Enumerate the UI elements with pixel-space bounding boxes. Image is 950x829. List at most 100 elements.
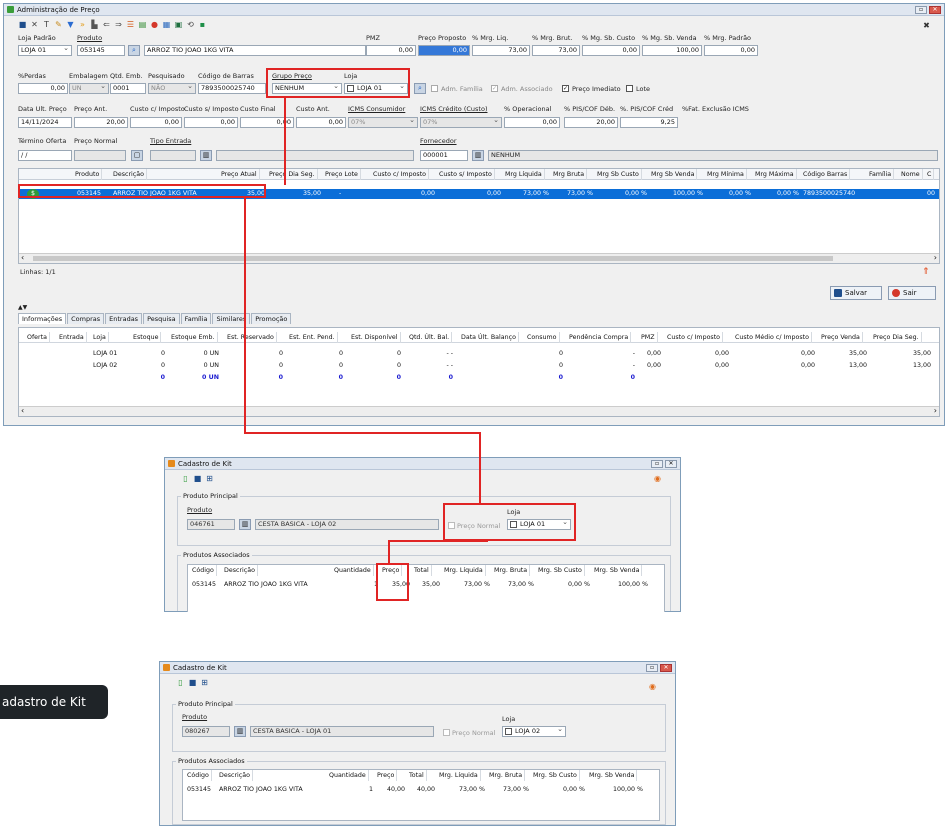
loja-padrao-select[interactable]: LOJA 01 <box>18 45 72 56</box>
tab-entradas[interactable]: Entradas <box>105 313 143 324</box>
tab-promocao[interactable]: Promoção <box>251 313 292 324</box>
produto-code-field[interactable]: 080267 <box>182 726 230 737</box>
preco-imediato-checkbox[interactable]: ✓ <box>562 85 569 92</box>
fornecedor-code-field[interactable]: 000001 <box>420 150 468 161</box>
table-row[interactable]: LOJA 01 0 0 UN 0 0 0 - - 0 - 0,00 0,00 0… <box>19 349 939 359</box>
tab-pesquisa[interactable]: Pesquisa <box>143 313 180 324</box>
icms-credito-select[interactable]: 07% <box>420 117 502 128</box>
info-header[interactable]: Est. Reservado <box>225 332 277 343</box>
info-header[interactable]: Preço Venda <box>819 332 863 343</box>
preco-proposto-field[interactable]: 0,00 <box>418 45 470 56</box>
adm-associado-checkbox[interactable]: ✓ <box>491 85 498 92</box>
minimize-button[interactable]: ▫ <box>646 663 658 672</box>
grid-header[interactable]: Mrg Mínima <box>705 169 747 180</box>
grid-header[interactable]: Preço <box>375 770 398 781</box>
close-button[interactable]: ✕ <box>660 663 672 672</box>
tipo-entrada-desc-field[interactable] <box>216 150 414 161</box>
loja-search-button[interactable]: ⌕ <box>414 83 426 94</box>
grid-header[interactable]: Família <box>867 169 895 180</box>
back-icon[interactable]: ⇐ <box>102 20 111 29</box>
grid-header[interactable]: Mrg. Sb Custo <box>536 565 585 576</box>
report-icon[interactable]: ▤ <box>138 20 147 29</box>
close-button[interactable]: ✕ <box>665 459 677 468</box>
produto-search-button[interactable]: ▥ <box>239 519 251 530</box>
termino-oferta-field[interactable]: / / <box>18 150 72 161</box>
horizontal-scrollbar[interactable]: ‹ › <box>19 406 939 416</box>
grid-header[interactable]: Custo s/ Imposto <box>437 169 495 180</box>
table-row[interactable]: 053145 ARROZ TIO JOAO 1KG VITA 1 40,00 4… <box>183 785 659 795</box>
produto-desc-field[interactable]: CESTA BASICA - LOJA 02 <box>255 519 439 530</box>
new-icon[interactable]: ▯ <box>181 474 190 483</box>
help-icon[interactable]: ◉ <box>648 682 657 691</box>
salvar-button[interactable]: Salvar <box>830 286 882 300</box>
network-icon[interactable]: ⊞ <box>205 474 214 483</box>
info-header[interactable]: Data Últ. Balanço <box>459 332 519 343</box>
perdas-field[interactable]: 0,00 <box>18 83 68 94</box>
grid-header[interactable]: Preço Atual <box>219 169 260 180</box>
data-ult-preco-field[interactable]: 14/11/2024 <box>18 117 72 128</box>
tools-icon[interactable]: ✎ <box>54 20 63 29</box>
grid-header[interactable]: Produto <box>73 169 103 180</box>
preco-normal-checkbox[interactable] <box>448 522 455 529</box>
pis-cof-cred-field[interactable]: 9,25 <box>620 117 678 128</box>
grid-header[interactable]: Mrg. Bruta <box>492 565 531 576</box>
grid-header[interactable]: Total <box>407 770 427 781</box>
grid-header[interactable]: Descrição <box>222 565 258 576</box>
adm-familia-checkbox[interactable] <box>431 85 438 92</box>
embalagem-select[interactable]: UN <box>69 83 109 94</box>
tipo-entrada-field[interactable] <box>150 150 196 161</box>
grid-header[interactable]: Mrg Sb Custo <box>595 169 642 180</box>
minimize-button[interactable]: ▫ <box>651 459 663 468</box>
scroll-right-icon[interactable]: › <box>934 406 937 415</box>
help-icon[interactable]: ◉ <box>653 474 662 483</box>
grid-header[interactable]: Mrg Bruta <box>551 169 588 180</box>
info-header[interactable]: Oferta <box>25 332 50 343</box>
grid-header[interactable]: Custo c/ Imposto <box>371 169 430 180</box>
text-icon[interactable]: T <box>42 20 51 29</box>
save-icon[interactable]: ■ <box>188 678 197 687</box>
grid-header[interactable]: Descrição <box>217 770 253 781</box>
grid-header[interactable]: Preço <box>380 565 403 576</box>
loja-select[interactable]: LOJA 01 <box>344 83 408 94</box>
scroll-left-icon[interactable]: ‹ <box>21 253 24 262</box>
loja-select[interactable]: LOJA 01 <box>507 519 571 530</box>
close-button[interactable]: ✕ <box>929 5 941 14</box>
mrg-liq-field[interactable]: 73,00 <box>472 45 530 56</box>
tab-informacoes[interactable]: Informações <box>18 313 67 324</box>
grid-header[interactable]: Mrg. Sb Custo <box>531 770 580 781</box>
custo-s-imp-field[interactable]: 0,00 <box>184 117 238 128</box>
grid-header[interactable]: Preço Dia Seg. <box>267 169 318 180</box>
save-icon[interactable]: ■ <box>18 20 27 29</box>
info-header[interactable]: Loja <box>91 332 109 343</box>
save-icon[interactable]: ■ <box>193 474 202 483</box>
info-header[interactable]: Custo Médio c/ Imposto <box>733 332 812 343</box>
sync-icon[interactable]: ⟲ <box>186 20 195 29</box>
next-icon[interactable]: ⇒ <box>114 20 123 29</box>
grid-header[interactable]: Mrg Sb Venda <box>649 169 698 180</box>
grid-header[interactable]: Descrição <box>111 169 147 180</box>
pis-cof-deb-field[interactable]: 20,00 <box>564 117 618 128</box>
scroll-left-icon[interactable]: ‹ <box>21 406 24 415</box>
settings-icon[interactable]: ✖ <box>922 21 931 30</box>
grid-header[interactable]: Código <box>190 565 217 576</box>
grid-header[interactable]: Mrg Líquida <box>503 169 545 180</box>
fornecedor-name-field[interactable]: NENHUM <box>488 150 938 161</box>
produto-search-button[interactable]: ⌕ <box>128 45 140 56</box>
export-icon[interactable]: ▣ <box>174 20 183 29</box>
grid-header[interactable]: Mrg. Líquida <box>437 770 481 781</box>
sair-button[interactable]: Sair <box>888 286 936 300</box>
grid-header[interactable]: C <box>925 169 935 180</box>
preco-normal-field[interactable] <box>74 150 126 161</box>
lote-checkbox[interactable] <box>626 85 633 92</box>
table-row[interactable]: LOJA 02 0 0 UN 0 0 0 - - 0 - 0,00 0,00 0… <box>19 361 939 371</box>
mrg-brut-field[interactable]: 73,00 <box>532 45 580 56</box>
custo-ant-field[interactable]: 0,00 <box>296 117 346 128</box>
horizontal-scrollbar[interactable]: ‹ › <box>19 253 939 263</box>
grid-header[interactable]: Mrg Máxima <box>753 169 797 180</box>
delete-icon[interactable]: ✕ <box>30 20 39 29</box>
loja-select[interactable]: LOJA 02 <box>502 726 566 737</box>
grid-header[interactable]: Preço Lote <box>323 169 361 180</box>
info-header[interactable]: Estoque Emb. <box>169 332 218 343</box>
new-icon[interactable]: ▯ <box>176 678 185 687</box>
info-header[interactable]: Custo c/ Imposto <box>665 332 724 343</box>
